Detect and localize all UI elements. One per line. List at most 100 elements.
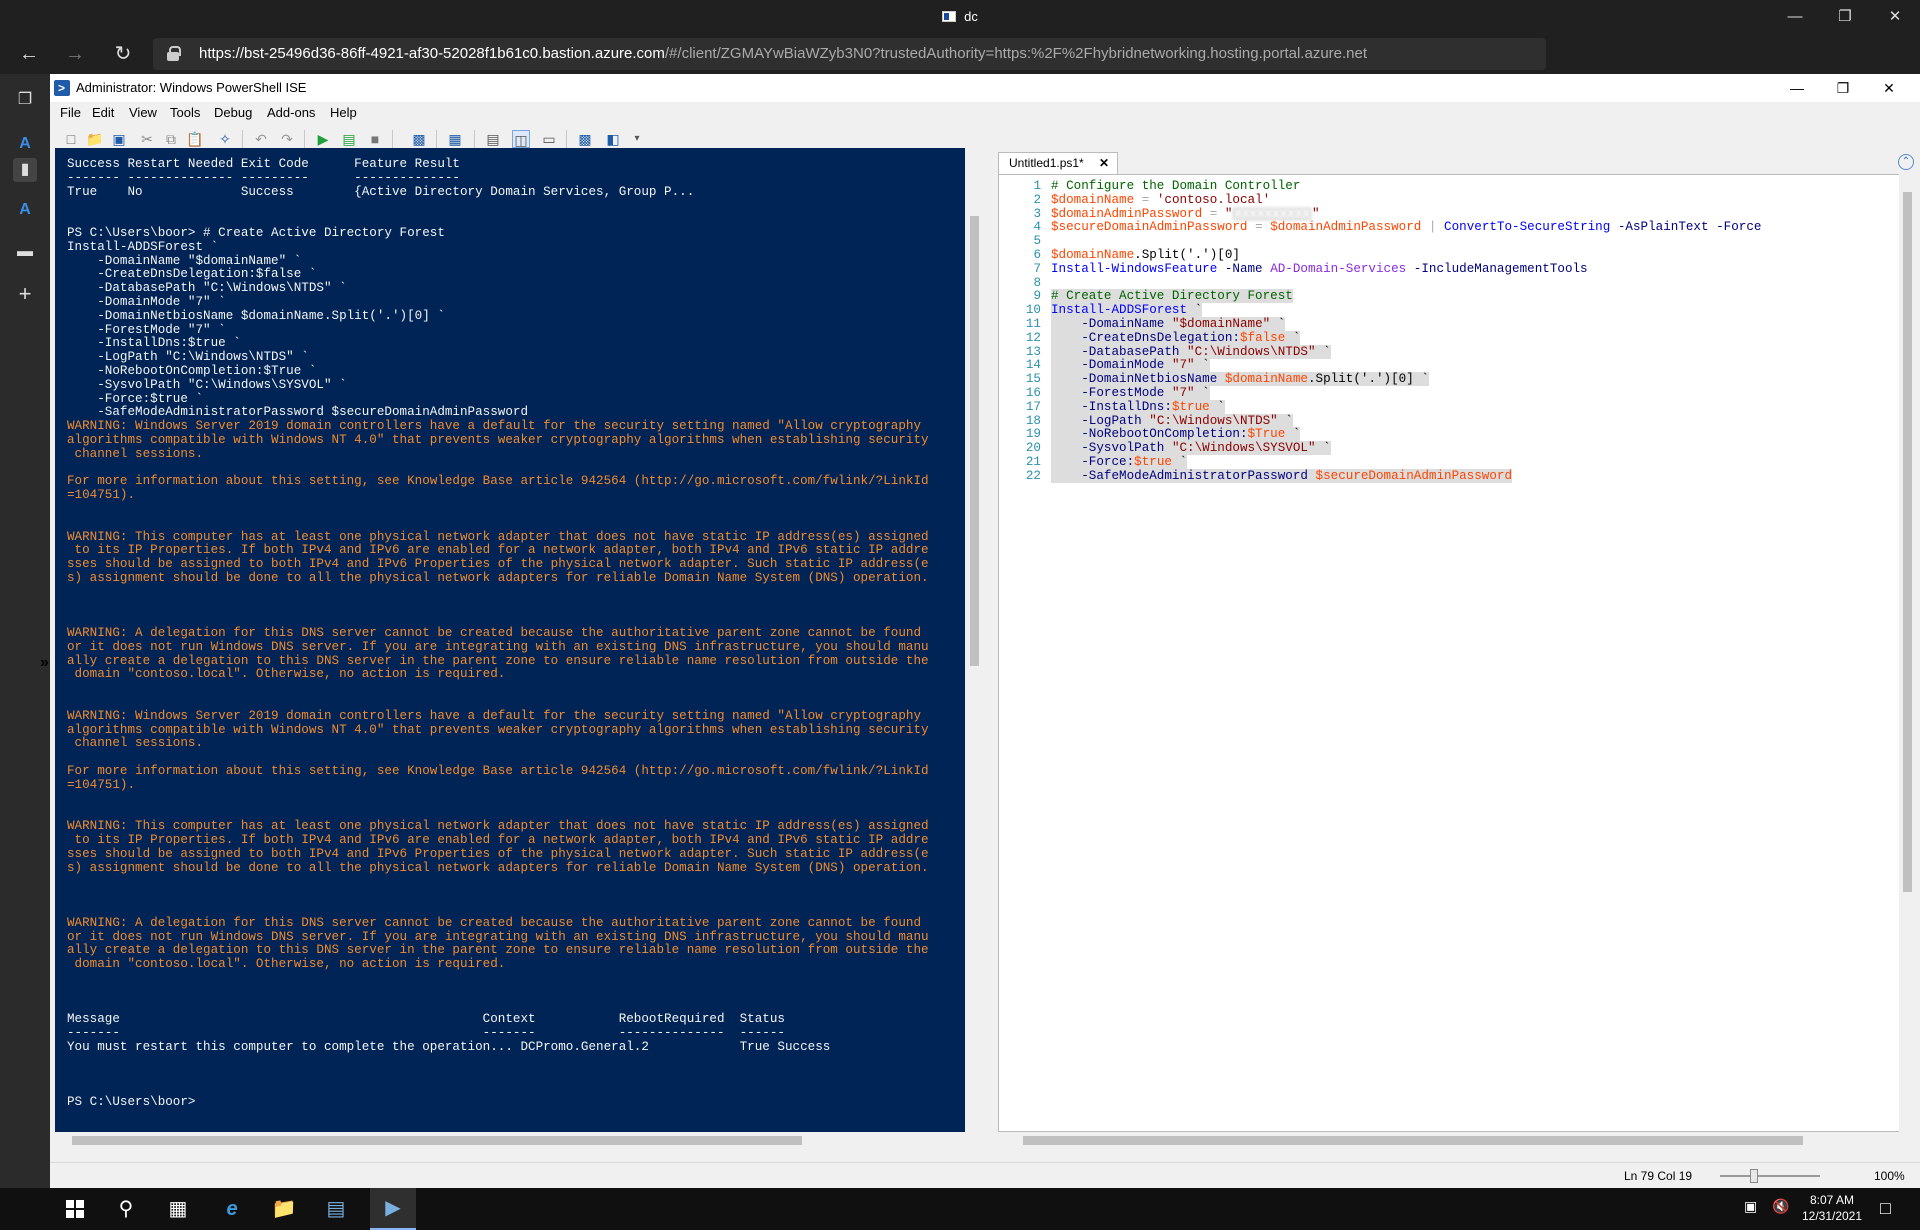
toolbar-overflow-icon[interactable]: ▾ bbox=[628, 130, 646, 148]
zoom-slider-thumb[interactable] bbox=[1750, 1169, 1758, 1183]
menu-add-ons[interactable]: Add-ons bbox=[267, 102, 315, 124]
show-script-right-icon[interactable]: ◫ bbox=[512, 130, 530, 148]
collapse-script-pane-icon[interactable]: ⌃ bbox=[1898, 154, 1914, 170]
ise-close-button[interactable]: ✕ bbox=[1866, 74, 1912, 102]
script-editor[interactable]: 1 2 3 4 5 6 7 8 9 10 11 12 13 14 15 16 17 18 19 20 21 22 # Co… bbox=[998, 174, 1916, 1132]
code-line-22: -SafeModeAdministratorPassword $secureDo… bbox=[1051, 468, 1761, 484]
pane-splitter[interactable] bbox=[984, 148, 998, 1149]
copy-icon[interactable]: ⧉ bbox=[162, 130, 180, 148]
line-number: 3 bbox=[1033, 206, 1041, 221]
editor-vertical-scrollbar[interactable] bbox=[1899, 174, 1916, 1132]
console-line: -ForestMode "7" ` bbox=[67, 322, 226, 337]
minimize-button[interactable]: — bbox=[1780, 6, 1810, 28]
ise-title-bar: Administrator: Windows PowerShell ISE — … bbox=[50, 74, 1920, 102]
console-line: PS C:\Users\boor> # Create Active Direct… bbox=[67, 225, 445, 240]
volume-muted-icon[interactable]: 🔇 bbox=[1772, 1198, 1789, 1215]
refresh-icon[interactable]: ↻ bbox=[108, 40, 138, 68]
console-horizontal-scrollbar[interactable] bbox=[55, 1132, 965, 1149]
menu-debug[interactable]: Debug bbox=[214, 102, 252, 124]
remote-powershell-icon[interactable]: ▩ bbox=[410, 130, 428, 148]
open-file-icon[interactable]: 📁 bbox=[86, 130, 104, 148]
ise-minimize-button[interactable]: — bbox=[1774, 74, 1820, 102]
console-line: to its IP Properties. If both IPv4 and I… bbox=[67, 833, 929, 848]
notifications-icon[interactable]: □ bbox=[1880, 1198, 1891, 1219]
scroll-thumb[interactable] bbox=[1023, 1136, 1803, 1145]
code-line-1: # Configure the Domain Controller bbox=[1051, 179, 1301, 193]
run-selection-icon[interactable]: ▤ bbox=[340, 130, 358, 148]
window-title-text: dc bbox=[964, 9, 978, 24]
azure-icon-2[interactable]: A bbox=[13, 198, 37, 222]
line-number: 19 bbox=[1025, 427, 1041, 442]
paste-icon[interactable]: 📋 bbox=[186, 130, 204, 148]
code-line-19: -NoRebootOnCompletion:$True ` bbox=[1051, 427, 1761, 442]
file-explorer-icon[interactable]: 📁 bbox=[264, 1193, 304, 1225]
console-line: WARNING: This computer has at least one … bbox=[67, 529, 929, 544]
back-icon[interactable]: ← bbox=[14, 40, 44, 68]
console-vertical-scrollbar[interactable] bbox=[967, 148, 982, 1132]
code-line-4: $secureDomainAdminPassword = $domainAdmi… bbox=[1051, 220, 1762, 235]
scroll-thumb[interactable] bbox=[970, 216, 979, 666]
azure-icon[interactable]: A bbox=[13, 132, 37, 156]
console-pane[interactable]: Success Restart Needed Exit Code Feature… bbox=[55, 148, 965, 1132]
windows-start-icon[interactable] bbox=[66, 1200, 84, 1218]
close-button[interactable]: ✕ bbox=[1880, 6, 1910, 28]
zoom-slider[interactable] bbox=[1720, 1175, 1820, 1177]
tabs-icon[interactable]: ❐ bbox=[13, 88, 37, 112]
internet-explorer-icon[interactable]: e bbox=[212, 1193, 252, 1225]
show-commands-icon[interactable]: ◧ bbox=[604, 130, 622, 148]
show-script-top-icon[interactable]: ▤ bbox=[484, 130, 502, 148]
address-bar[interactable]: https://bst-25496d36-86ff-4921-af30-5202… bbox=[153, 38, 1546, 70]
menu-tools[interactable]: Tools bbox=[170, 102, 200, 124]
stop-icon[interactable]: ■ bbox=[366, 130, 384, 148]
menu-help[interactable]: Help bbox=[330, 102, 357, 124]
restore-button[interactable]: ❐ bbox=[1830, 6, 1860, 28]
toolbar-separator bbox=[392, 130, 393, 150]
show-script-maximized-icon[interactable]: ▭ bbox=[540, 130, 558, 148]
console-line: -SafeModeAdministratorPassword $secureDo… bbox=[67, 405, 529, 420]
console-line: WARNING: A delegation for this DNS serve… bbox=[67, 626, 921, 641]
show-script-pane-icon[interactable]: ▩ bbox=[576, 130, 594, 148]
new-file-icon[interactable]: □ bbox=[62, 130, 80, 148]
window-icon[interactable]: ▬ bbox=[13, 240, 37, 264]
server-manager-icon[interactable]: ▤ bbox=[316, 1193, 356, 1225]
redo-icon[interactable]: ↷ bbox=[278, 130, 296, 148]
cut-icon[interactable]: ✂ bbox=[138, 130, 156, 148]
clock-time: 8:07 AM bbox=[1809, 1193, 1855, 1207]
code-line-13: -DatabasePath "C:\Windows\NTDS" ` bbox=[1051, 344, 1761, 360]
script-code[interactable]: # Configure the Domain Controller $domain… bbox=[1051, 179, 1762, 484]
close-tab-icon[interactable]: ✕ bbox=[1099, 153, 1109, 173]
line-number-gutter: 1 2 3 4 5 6 7 8 9 10 11 12 13 14 15 16 17 18 19 20 21 22 bbox=[999, 179, 1041, 484]
console-line: PS C:\Users\boor> bbox=[67, 1095, 196, 1110]
task-view-icon[interactable]: ▦ bbox=[158, 1193, 198, 1225]
ise-restore-button[interactable]: ❐ bbox=[1820, 74, 1866, 102]
powershell-console-icon[interactable]: ▦ bbox=[446, 130, 464, 148]
undo-icon[interactable]: ↶ bbox=[252, 130, 270, 148]
console-line: channel sessions. bbox=[67, 446, 204, 461]
search-icon[interactable]: ⚲ bbox=[106, 1193, 146, 1225]
powershell-ise-taskbar-button[interactable]: ▶ bbox=[370, 1188, 416, 1230]
line-number: 20 bbox=[1025, 441, 1041, 456]
clear-console-icon[interactable]: ✧ bbox=[216, 130, 234, 148]
editor-horizontal-scrollbar[interactable] bbox=[998, 1132, 1916, 1149]
run-script-icon[interactable]: ▶ bbox=[314, 130, 332, 148]
tab-untitled1[interactable]: Untitled1.ps1* ✕ bbox=[998, 152, 1118, 174]
forward-icon[interactable]: → bbox=[60, 40, 90, 68]
menu-edit[interactable]: Edit bbox=[92, 102, 114, 124]
network-icon[interactable]: ▣ bbox=[1744, 1198, 1757, 1215]
code-line-3: $domainAdminPassword = " xxxxxxxxxx " bbox=[1051, 206, 1320, 221]
scroll-thumb[interactable] bbox=[1903, 192, 1912, 892]
menu-view[interactable]: View bbox=[129, 102, 157, 124]
remote-session-icon[interactable]: ▮ bbox=[13, 158, 37, 182]
expand-pane-icon[interactable]: » bbox=[40, 654, 54, 674]
save-icon[interactable]: ▣ bbox=[110, 130, 128, 148]
menu-file[interactable]: File bbox=[60, 102, 81, 124]
add-tab-icon[interactable]: + bbox=[13, 282, 37, 306]
scroll-thumb[interactable] bbox=[72, 1136, 802, 1145]
line-number: 16 bbox=[1025, 385, 1041, 400]
clock[interactable]: 8:07 AM 12/31/2021 bbox=[1800, 1192, 1864, 1224]
powershell-ise-window: Administrator: Windows PowerShell ISE — … bbox=[40, 74, 1920, 1188]
